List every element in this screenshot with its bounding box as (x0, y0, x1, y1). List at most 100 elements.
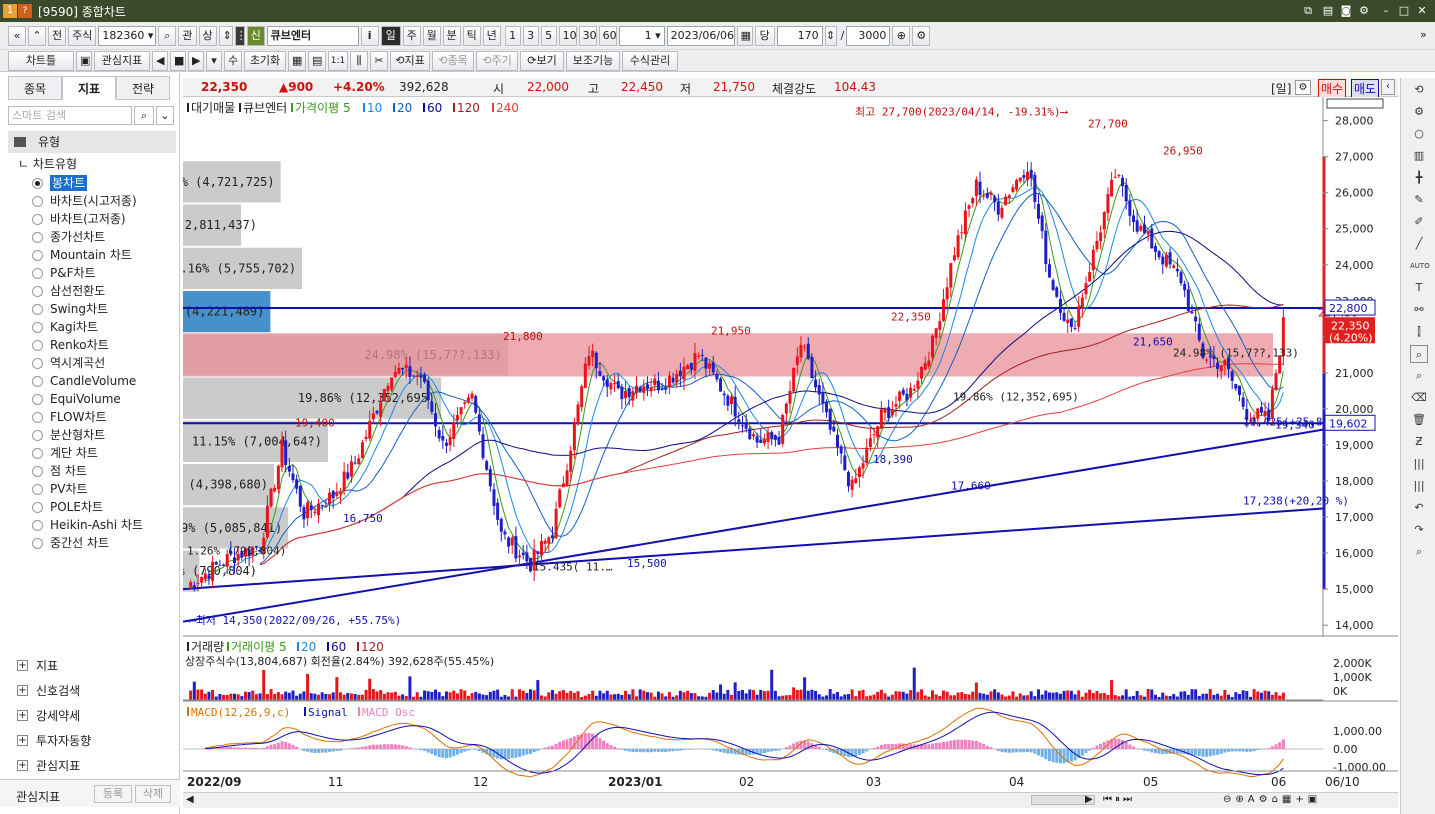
candle-icon[interactable]: ⫿ (1410, 323, 1428, 341)
camera-icon[interactable]: ◙ (1338, 3, 1354, 19)
trash-icon[interactable]: 🗑 (1410, 411, 1428, 429)
chart-type-item[interactable]: Heikin-Ashi 차트 (50, 517, 143, 533)
sell-button[interactable]: 매도 (1351, 79, 1380, 98)
chart-type-radio[interactable] (32, 322, 43, 333)
chart-type-radio[interactable] (32, 394, 43, 405)
expand-icon[interactable]: + (17, 760, 28, 771)
tab-strategy[interactable]: 전략 (116, 76, 170, 100)
chart-type-item[interactable]: 중간선 차트 (50, 535, 109, 551)
chart-type-radio[interactable] (32, 448, 43, 459)
minute-1-button[interactable]: 1 (504, 25, 521, 46)
scroll-right-icon[interactable]: ▶ (1085, 794, 1093, 805)
chart-type-radio[interactable] (32, 412, 43, 423)
search-icon[interactable]: ⌕ (158, 25, 177, 46)
cross-icon[interactable]: ╋ (1410, 169, 1428, 187)
gear-icon[interactable]: ⚙ (912, 25, 931, 46)
indicator-group[interactable]: 투자자동향 (36, 732, 91, 749)
chart-template-button[interactable]: 차트틀 (8, 50, 74, 71)
bars-icon[interactable]: ||| (1410, 455, 1428, 473)
search-icon[interactable]: ⌕ (134, 106, 154, 125)
collapse-right-icon[interactable]: ‹ (1381, 79, 1395, 95)
smart-search-input[interactable]: 스마트 검색 (8, 106, 132, 125)
redo-icon[interactable]: ↷ (1410, 521, 1428, 539)
chart-type-item[interactable]: P&F차트 (50, 265, 96, 281)
period-day-button[interactable]: 일 (380, 25, 401, 46)
main-chart[interactable]: 7.51% (4,721,725) 4.47% (2,811,437) 9.16% … (183, 97, 1398, 792)
total-field[interactable]: 3000 (846, 25, 891, 46)
dang-button[interactable]: 당 (754, 25, 775, 46)
chart-type-radio[interactable] (32, 286, 43, 297)
chart-type-item[interactable]: Renko차트 (50, 337, 109, 353)
chart-type-radio[interactable] (32, 502, 43, 513)
indicator-button[interactable]: ⟲지표 (390, 50, 430, 71)
period-button[interactable]: ⟲주기 (476, 50, 518, 71)
help-icon[interactable]: ? (18, 4, 32, 18)
sang-button[interactable]: 상 (198, 25, 217, 46)
buy-button[interactable]: 매수 (1318, 79, 1347, 98)
su-button[interactable]: 수 (224, 50, 242, 71)
chart-type-radio[interactable] (32, 268, 43, 279)
expand-icon[interactable]: + (17, 710, 28, 721)
period-year-button[interactable]: 년 (482, 25, 501, 46)
settings-icon[interactable]: ⚙ (1356, 3, 1372, 19)
indicator-group[interactable]: 신호검색 (36, 682, 80, 699)
minute-30-button[interactable]: 30 (578, 25, 597, 46)
chart-type-radio[interactable] (32, 250, 43, 261)
nav-up-icon[interactable]: ⌃ (28, 25, 46, 46)
chart-type-item[interactable]: 종가선차트 (50, 229, 105, 245)
expand-icon[interactable]: + (17, 685, 28, 696)
chart-type-item[interactable]: PV차트 (50, 481, 88, 497)
chart-type-item[interactable]: 삼선전환도 (50, 283, 105, 299)
chart-type-item[interactable]: 봉차트 (50, 175, 88, 191)
period-minute-button[interactable]: 분 (442, 25, 461, 46)
code-input[interactable]: 182360 ▾ (98, 25, 157, 46)
minute-5-button[interactable]: 5 (540, 25, 557, 46)
chart-type-item[interactable]: 역시계곡선 (50, 355, 105, 371)
market-select[interactable]: 주식 (68, 25, 97, 46)
chart-type-item[interactable]: 점 차트 (50, 463, 87, 479)
chart-type-radio[interactable] (32, 232, 43, 243)
refresh-icon[interactable]: ⟲ (1410, 81, 1428, 99)
fibonacci-icon[interactable]: ⚯ (1410, 301, 1428, 319)
settings-gear-icon[interactable]: ⚙ (1295, 80, 1311, 95)
minute-60-button[interactable]: 60 (598, 25, 617, 46)
tab-stock[interactable]: 종목 (8, 76, 62, 100)
maximize-icon[interactable]: □ (1396, 3, 1412, 19)
nav-first-button[interactable]: « (8, 25, 26, 46)
chart-type-radio[interactable] (32, 340, 43, 351)
indicator-group[interactable]: 관심지표 (36, 757, 80, 774)
pen-icon[interactable]: ✎ (1410, 191, 1428, 209)
zoom-icon[interactable]: ⊕ (892, 25, 911, 46)
gwan-button[interactable]: 관 (178, 25, 197, 46)
chart-type-item[interactable]: Kagi차트 (50, 319, 98, 335)
interest-indicator-button[interactable]: 관심지표 (94, 50, 150, 71)
period-week-button[interactable]: 주 (402, 25, 421, 46)
count-field[interactable]: 170 (776, 25, 823, 46)
dropdown-icon[interactable]: ▾ (206, 50, 222, 71)
calendar-icon[interactable]: ▦ (736, 25, 753, 46)
chart-type-item[interactable]: 분산형차트 (50, 427, 105, 443)
undo-icon[interactable]: ↶ (1410, 499, 1428, 517)
gear-icon[interactable]: ⚙ (1410, 103, 1428, 121)
item-button[interactable]: ⟲종목 (432, 50, 474, 71)
chart-type-item[interactable]: EquiVolume (50, 391, 121, 407)
indicator-group[interactable]: 강세약세 (36, 707, 80, 724)
line-icon[interactable]: ╱ (1410, 235, 1428, 253)
scissors-icon[interactable]: ✂ (370, 50, 388, 71)
prev-stock-button[interactable]: 전 (48, 25, 67, 46)
stock-name-field[interactable]: 큐브엔터 (266, 25, 359, 46)
chart-type-item[interactable]: 바차트(시고저종) (50, 193, 137, 209)
auto-icon[interactable]: AUTO (1410, 257, 1430, 275)
pencil-icon[interactable]: ✐ (1410, 213, 1428, 231)
period-tick-button[interactable]: 틱 (462, 25, 481, 46)
updown-icon[interactable]: ⇕ (218, 25, 233, 46)
zoom-icon[interactable]: ⌕ (1410, 367, 1428, 385)
chart-type-radio[interactable] (32, 520, 43, 531)
chart-type-radio[interactable] (32, 484, 43, 495)
eraser-icon[interactable]: ⌫ (1410, 389, 1428, 407)
chart-type-radio[interactable] (32, 376, 43, 387)
period-month-button[interactable]: 월 (422, 25, 441, 46)
chart-type-radio[interactable] (32, 430, 43, 441)
chart-type-item[interactable]: 바차트(고저종) (50, 211, 126, 227)
chart-type-item[interactable]: FLOW차트 (50, 409, 107, 425)
